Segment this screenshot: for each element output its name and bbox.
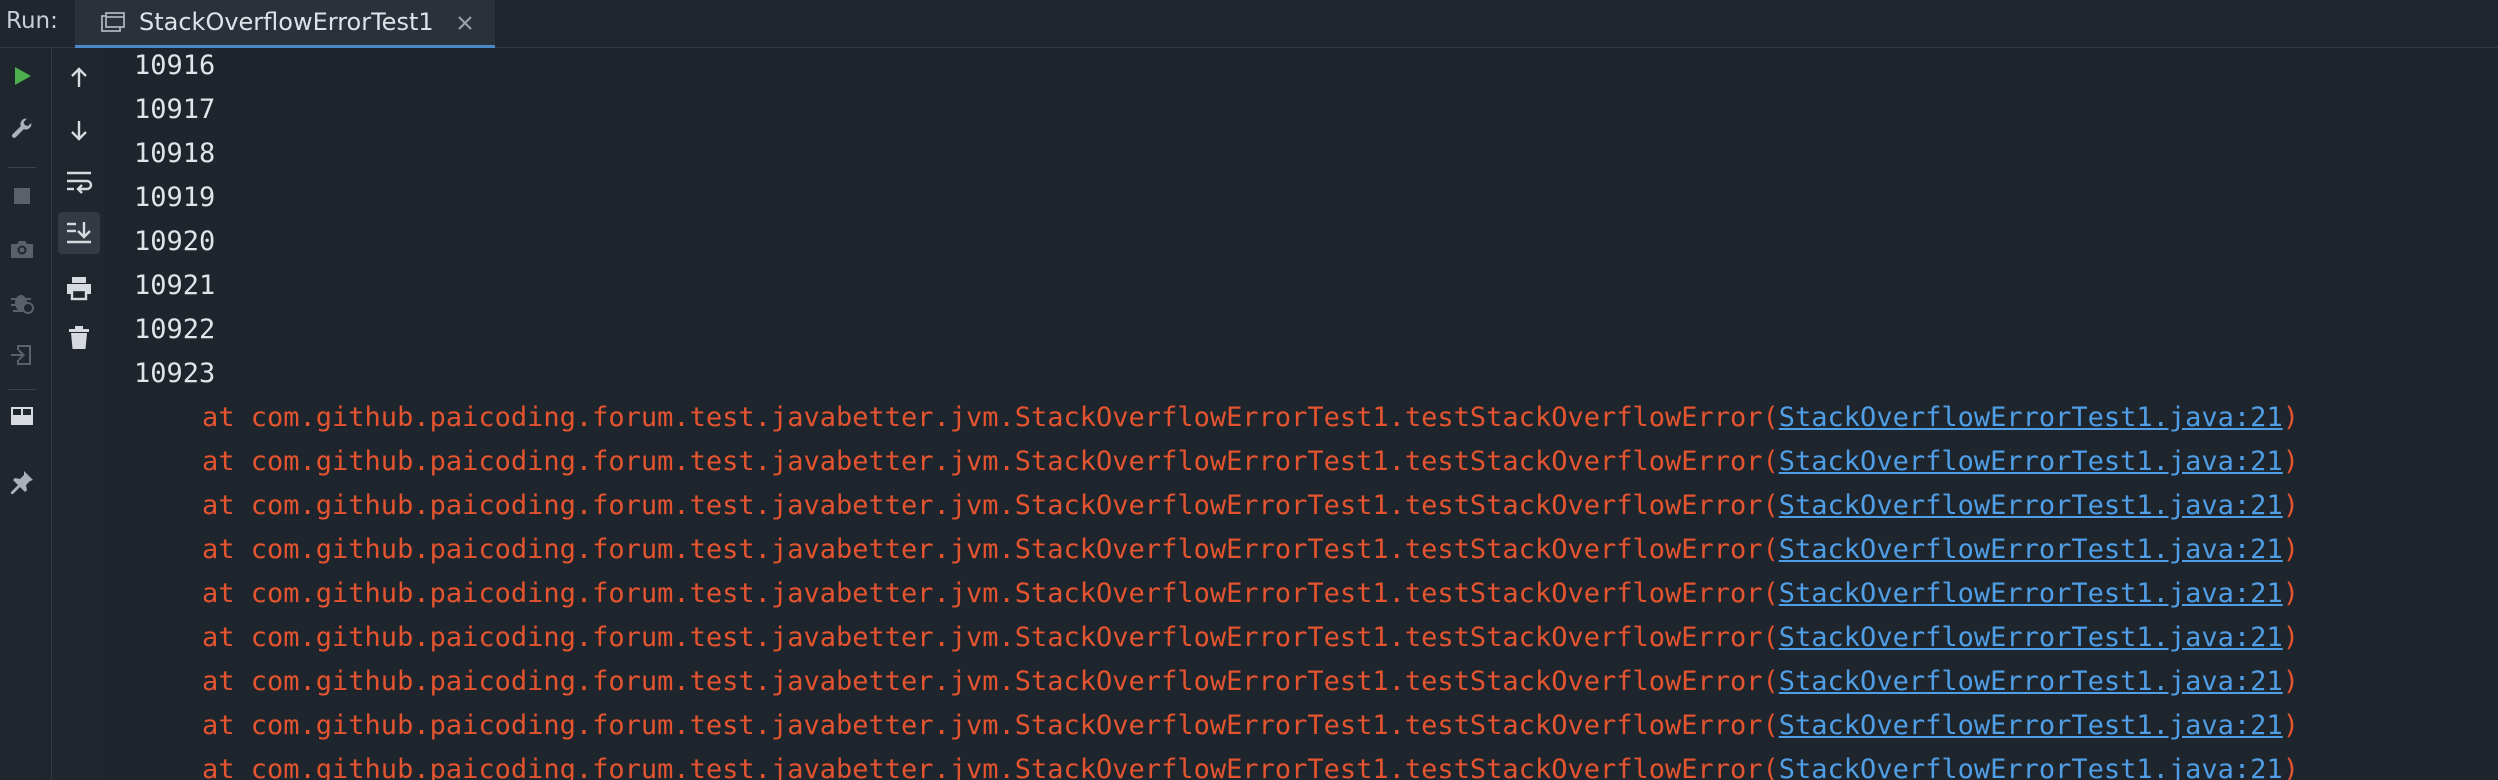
- trace-frame: at com.github.paicoding.forum.test.javab…: [202, 446, 1779, 477]
- trace-frame: at com.github.paicoding.forum.test.javab…: [202, 622, 1779, 653]
- stack-trace-line: at com.github.paicoding.forum.test.javab…: [202, 440, 2299, 484]
- output-line: 10922: [134, 314, 216, 345]
- pin-tab-button[interactable]: [4, 464, 40, 500]
- trace-close-paren: ): [2282, 446, 2299, 477]
- up-stack-trace-button[interactable]: [61, 60, 97, 96]
- stack-trace-line: at com.github.paicoding.forum.test.javab…: [202, 660, 2299, 704]
- trace-close-paren: ): [2282, 710, 2299, 741]
- source-link[interactable]: StackOverflowErrorTest1.java:21: [1779, 578, 2283, 609]
- tab-stackoverflowerrortest1[interactable]: StackOverflowErrorTest1: [75, 0, 495, 48]
- trace-frame: at com.github.paicoding.forum.test.javab…: [202, 534, 1779, 565]
- console-output[interactable]: 10916 10917 10918 10919 10920 10921 1092…: [108, 48, 2498, 780]
- trace-close-paren: ): [2282, 402, 2299, 433]
- restore-layout-button[interactable]: [4, 398, 40, 434]
- down-stack-trace-button[interactable]: [61, 112, 97, 148]
- console-toolbar: [52, 48, 106, 780]
- trace-frame: at com.github.paicoding.forum.test.javab…: [202, 710, 1779, 741]
- soft-wrap-icon: [67, 171, 93, 194]
- tab-title: StackOverflowErrorTest1: [139, 8, 434, 36]
- clear-all-button[interactable]: [61, 320, 97, 356]
- run-icon: [15, 67, 31, 85]
- stop-icon: [14, 188, 30, 204]
- stop-button[interactable]: [4, 178, 40, 214]
- source-link[interactable]: StackOverflowErrorTest1.java:21: [1779, 490, 2283, 521]
- output-line: 10923: [134, 358, 216, 389]
- run-actions-toolbar: [0, 48, 44, 780]
- trace-close-paren: ): [2282, 666, 2299, 697]
- trace-close-paren: ): [2282, 754, 2299, 780]
- source-link[interactable]: StackOverflowErrorTest1.java:21: [1779, 666, 2283, 697]
- output-line: 10920: [134, 226, 216, 257]
- print-button[interactable]: [61, 270, 97, 306]
- output-line: 10918: [134, 138, 216, 169]
- edit-configuration-button[interactable]: [4, 111, 40, 147]
- dump-threads-button[interactable]: [4, 231, 40, 267]
- source-link[interactable]: StackOverflowErrorTest1.java:21: [1779, 446, 2283, 477]
- wrench-icon: [12, 118, 32, 138]
- trash-icon: [69, 326, 89, 349]
- trace-frame: at com.github.paicoding.forum.test.javab…: [202, 666, 1779, 697]
- layout-icon: [11, 407, 33, 425]
- scroll-to-end-button[interactable]: [58, 212, 100, 254]
- output-line: 10916: [134, 50, 216, 81]
- trace-close-paren: ): [2282, 490, 2299, 521]
- toolbar-separator: [8, 167, 36, 168]
- source-link[interactable]: StackOverflowErrorTest1.java:21: [1779, 754, 2283, 780]
- scroll-to-end-icon: [67, 222, 91, 244]
- login-icon: [11, 345, 31, 365]
- arrow-up-icon: [71, 67, 87, 87]
- trace-frame: at com.github.paicoding.forum.test.javab…: [202, 490, 1779, 521]
- source-link[interactable]: StackOverflowErrorTest1.java:21: [1779, 402, 2283, 433]
- close-icon[interactable]: [453, 11, 477, 35]
- source-link[interactable]: StackOverflowErrorTest1.java:21: [1779, 534, 2283, 565]
- print-icon: [67, 277, 91, 301]
- output-line: 10921: [134, 270, 216, 301]
- trace-frame: at com.github.paicoding.forum.test.javab…: [202, 578, 1779, 609]
- output-line: 10917: [134, 94, 216, 125]
- rerun-button[interactable]: [4, 58, 40, 94]
- trace-close-paren: ): [2282, 534, 2299, 565]
- trace-close-paren: ): [2282, 622, 2299, 653]
- debug-icon: [11, 295, 34, 314]
- run-label: Run:: [6, 8, 58, 34]
- login-button[interactable]: [4, 337, 40, 373]
- source-link[interactable]: StackOverflowErrorTest1.java:21: [1779, 710, 2283, 741]
- pin-icon: [11, 471, 33, 494]
- stack-trace-line: at com.github.paicoding.forum.test.javab…: [202, 704, 2299, 748]
- stack-trace-line: at com.github.paicoding.forum.test.javab…: [202, 484, 2299, 528]
- camera-icon: [11, 241, 33, 258]
- arrow-down-icon: [71, 121, 87, 141]
- trace-frame: at com.github.paicoding.forum.test.javab…: [202, 402, 1779, 433]
- output-line: 10919: [134, 182, 216, 213]
- soft-wrap-button[interactable]: [61, 164, 97, 200]
- trace-frame: at com.github.paicoding.forum.test.javab…: [202, 754, 1779, 780]
- stack-trace-line: at com.github.paicoding.forum.test.javab…: [202, 396, 2299, 440]
- console-window-icon: [101, 12, 125, 32]
- run-tool-window-header: Run: StackOverflowErrorTest1: [0, 0, 2498, 48]
- stack-trace-line: at com.github.paicoding.forum.test.javab…: [202, 616, 2299, 660]
- debug-button[interactable]: [4, 284, 40, 320]
- stack-trace-line: at com.github.paicoding.forum.test.javab…: [202, 748, 2299, 780]
- stack-trace-line: at com.github.paicoding.forum.test.javab…: [202, 528, 2299, 572]
- trace-close-paren: ): [2282, 578, 2299, 609]
- source-link[interactable]: StackOverflowErrorTest1.java:21: [1779, 622, 2283, 653]
- toolbar-separator: [8, 389, 36, 390]
- stack-trace-line: at com.github.paicoding.forum.test.javab…: [202, 572, 2299, 616]
